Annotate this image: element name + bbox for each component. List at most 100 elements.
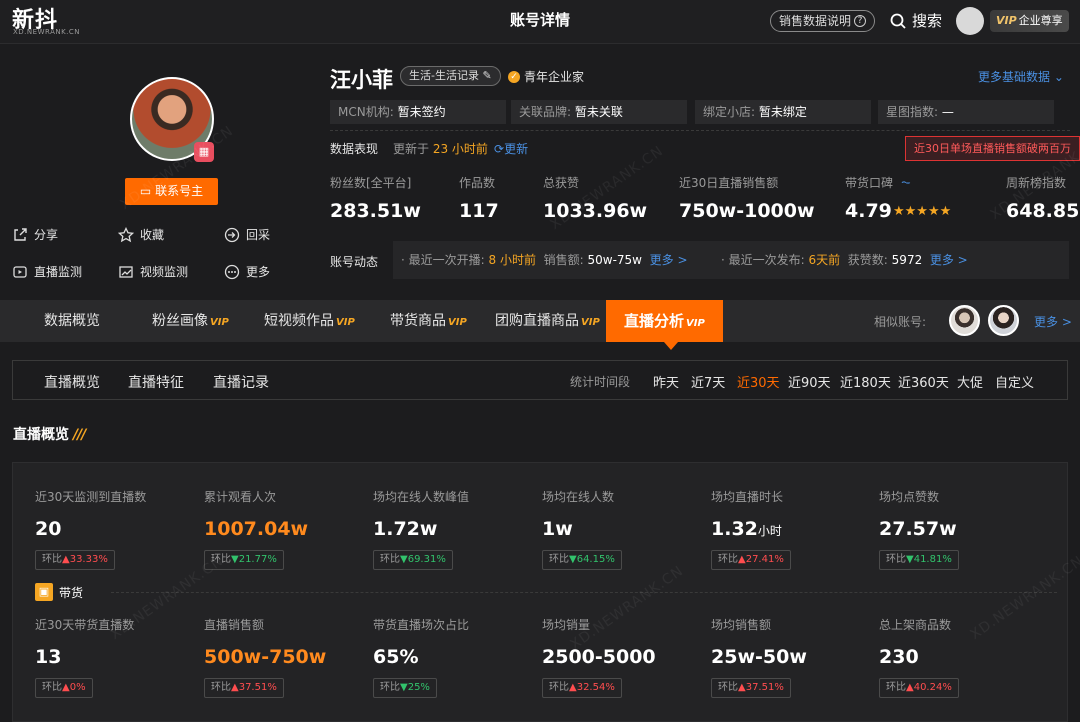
live-more-link[interactable]: 更多 >	[650, 253, 688, 267]
more-basic-data-link[interactable]: 更多基础数据 ⌄	[978, 68, 1064, 85]
tab-live-analysis-label: 直播分析	[624, 312, 685, 330]
search-label: 搜索	[912, 12, 943, 30]
more-basic-data-label: 更多基础数据	[978, 70, 1051, 84]
mcn-value: 暂未签约	[397, 105, 446, 119]
more-icon	[224, 264, 240, 279]
metric-label: 场均直播时长	[711, 490, 784, 504]
change-label: 环比	[211, 682, 231, 693]
title-decoration: ///	[73, 427, 86, 443]
vip-badge[interactable]: VIP 企业尊享	[990, 10, 1069, 32]
metric-unit: 小时	[757, 524, 782, 538]
period-promo[interactable]: 大促	[957, 372, 983, 391]
chevron-circle-icon: ⌄	[1053, 70, 1064, 84]
arrow-down-icon: ▼	[400, 554, 408, 565]
vip-tag: VIP	[210, 317, 229, 328]
change-badge: 环比▲40.24%	[879, 678, 959, 698]
change-label: 环比	[42, 554, 62, 565]
video-monitor-button[interactable]: 视频监测	[118, 263, 188, 280]
subtab-live-features[interactable]: 直播特征	[128, 372, 184, 392]
arrow-up-icon: ▲	[231, 682, 239, 693]
metric-value: 500w-750w	[204, 646, 327, 668]
refresh-label: 更新	[504, 142, 529, 156]
tab-fans-profile[interactable]: 粉丝画像 VIP	[152, 300, 229, 342]
share-label: 分享	[34, 228, 59, 242]
period-30d[interactable]: 近30天	[737, 372, 780, 391]
collect-button[interactable]: 回采	[224, 226, 270, 243]
last-live-sales-value: 50w-75w	[587, 253, 642, 267]
stat-value-live-sales: 750w-1000w	[679, 200, 815, 222]
refresh-button[interactable]: ⟳更新	[494, 140, 528, 157]
arrow-up-icon: ▲	[738, 554, 746, 565]
metric-label: 直播销售额	[204, 618, 265, 632]
period-custom[interactable]: 自定义	[995, 372, 1034, 391]
tab-goods[interactable]: 带货商品 VIP	[390, 300, 467, 342]
last-post-time: 6天前	[808, 253, 841, 267]
last-post-likes-label: 获赞数:	[847, 253, 888, 267]
live-monitor-button[interactable]: 直播监测	[12, 263, 82, 280]
subtab-live-records[interactable]: 直播记录	[213, 372, 269, 392]
vip-tag: VIP	[686, 318, 705, 329]
section-title: 直播概览 ///	[13, 424, 86, 444]
change-value: 69.31%	[407, 554, 446, 565]
period-yesterday[interactable]: 昨天	[653, 372, 679, 391]
similar-account-avatar[interactable]	[949, 305, 980, 336]
change-badge: 环比▲32.54%	[542, 678, 622, 698]
change-label: 环比	[380, 554, 400, 565]
change-label: 环比	[42, 682, 62, 693]
tab-live-analysis[interactable]: 直播分析 VIP	[606, 300, 723, 342]
stat-label-likes: 总获赞	[543, 176, 580, 190]
period-7d[interactable]: 近7天	[691, 372, 725, 391]
favorite-button[interactable]: 收藏	[118, 226, 164, 243]
chart-icon	[119, 265, 133, 278]
period-180d[interactable]: 近180天	[840, 372, 891, 391]
metric-label: 场均在线人数	[542, 490, 615, 504]
last-live-prefix: · 最近一次开播:	[401, 253, 485, 267]
change-label: 环比	[718, 554, 738, 565]
brand-label: 关联品牌:	[519, 105, 572, 119]
rating-stars: ★★★★★	[893, 204, 952, 219]
change-label: 环比	[886, 682, 906, 693]
change-badge: 环比▲37.51%	[204, 678, 284, 698]
change-badge: 环比▲0%	[35, 678, 93, 698]
section-title-label: 直播概览	[13, 427, 69, 443]
performance-updated: 更新于 23 小时前	[393, 140, 488, 157]
more-button[interactable]: 更多	[224, 263, 270, 280]
period-360d[interactable]: 近360天	[898, 372, 949, 391]
stat-value-reputation: 4.79	[845, 200, 892, 222]
star-index-value: —	[941, 105, 954, 119]
tab-fans-profile-label: 粉丝画像	[152, 313, 208, 329]
category-tag[interactable]: 生活-生活记录 ✎	[400, 66, 501, 86]
dynamics-box: · 最近一次开播: 8 小时前 销售额: 50w-75w 更多 > · 最近一次…	[393, 241, 1069, 279]
tab-group-live-goods[interactable]: 团购直播商品 VIP	[495, 300, 600, 342]
metric-value: 1w	[542, 518, 573, 540]
metric-value: 230	[879, 646, 919, 668]
arrow-up-icon: ▲	[906, 682, 914, 693]
period-90d[interactable]: 近90天	[788, 372, 831, 391]
user-avatar[interactable]	[956, 7, 984, 35]
brand-value: 暂未关联	[574, 105, 623, 119]
change-label: 环比	[380, 682, 400, 693]
similar-more-link[interactable]: 更多 >	[1034, 313, 1072, 330]
metric-label: 累计观看人次	[204, 490, 277, 504]
tab-short-videos[interactable]: 短视频作品 VIP	[264, 300, 355, 342]
post-more-link[interactable]: 更多 >	[930, 253, 968, 267]
performance-label: 数据表现	[330, 142, 379, 156]
last-live-info: · 最近一次开播: 8 小时前 销售额: 50w-75w 更多 >	[401, 241, 688, 279]
period-label: 统计时间段	[570, 375, 631, 389]
sales-explain-button[interactable]: 销售数据说明 ?	[770, 10, 876, 32]
metric-value: 1.32小时	[711, 518, 782, 540]
tab-short-videos-label: 短视频作品	[264, 313, 334, 329]
trend-icon[interactable]: ⏦	[901, 175, 911, 190]
change-badge: 环比▼25%	[373, 678, 437, 698]
goods-badge-label: 带货	[59, 585, 84, 600]
change-value: 27.41%	[745, 554, 784, 565]
similar-account-avatar[interactable]	[988, 305, 1019, 336]
change-value: 41.81%	[913, 554, 952, 565]
tab-data-overview[interactable]: 数据概览	[44, 300, 100, 342]
account-name: 汪小菲	[330, 68, 393, 92]
share-button[interactable]: 分享	[12, 226, 58, 243]
search-button[interactable]: 搜索	[890, 10, 942, 31]
subtab-live-overview[interactable]: 直播概览	[44, 372, 100, 392]
stat-label-fans: 粉丝数[全平台]	[330, 176, 412, 190]
arrow-down-icon: ▼	[231, 554, 239, 565]
